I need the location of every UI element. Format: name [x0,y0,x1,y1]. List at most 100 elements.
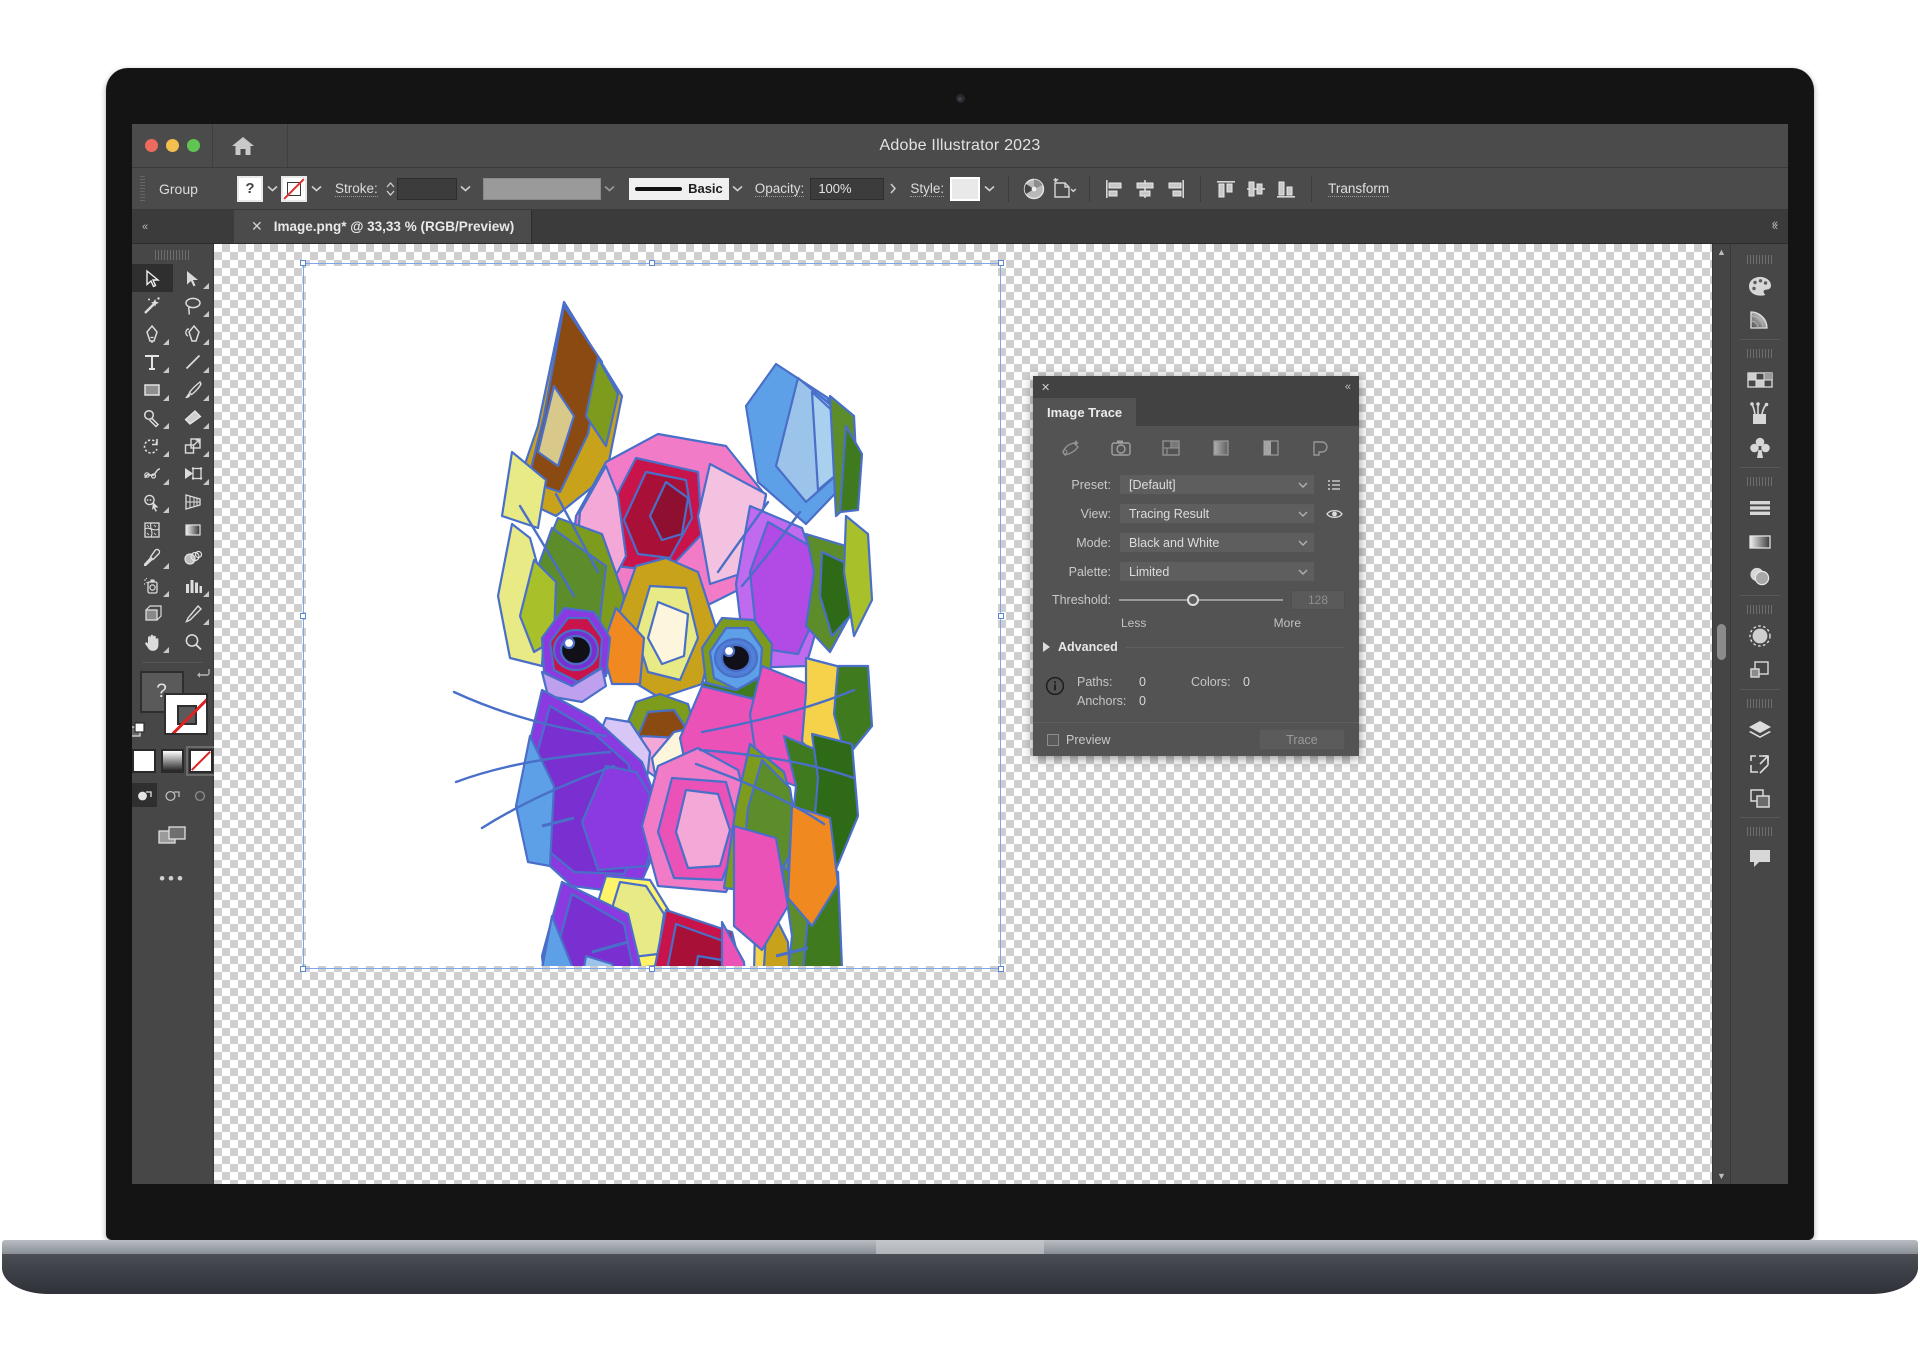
rectangle-tool[interactable] [132,376,173,404]
draw-normal-button[interactable] [132,783,157,807]
dock-grip-2[interactable] [1746,349,1773,358]
align-panel-icon[interactable] [1739,491,1781,525]
grayscale-icon[interactable] [1206,434,1236,462]
recolor-artwork-icon[interactable] [1019,175,1049,203]
swatches-icon[interactable] [1739,363,1781,397]
control-bar-grip[interactable] [140,175,145,202]
graphic-style-swatch[interactable] [950,176,981,201]
lasso-tool[interactable] [173,292,214,320]
shaper-tool[interactable] [132,404,173,432]
stroke-profile-chevron-down-icon[interactable] [729,176,747,202]
color-palette-icon[interactable] [1739,269,1781,303]
align-bottom-icon[interactable] [1271,175,1301,203]
pen-tool[interactable] [132,320,173,348]
draw-behind-button[interactable] [160,783,185,807]
advanced-disclosure[interactable]: Advanced [1033,632,1359,662]
dock-grip-3[interactable] [1746,477,1773,486]
artboard-tool[interactable] [132,600,173,628]
auto-color-icon[interactable] [1056,434,1086,462]
scale-tool[interactable] [173,432,214,460]
opacity-field[interactable]: 100% [810,177,885,200]
dock-grip-5[interactable] [1746,699,1773,708]
mode-select[interactable]: Black and White [1119,532,1315,553]
close-tab-icon[interactable]: ✕ [251,218,263,235]
stroke-chevron-down-icon[interactable] [307,176,325,202]
stroke-color-swatch[interactable] [163,693,208,735]
graphic-styles-icon[interactable] [1739,653,1781,687]
artboards-panel-icon[interactable] [1739,747,1781,781]
view-select[interactable]: Tracing Result [1119,503,1315,524]
change-screen-mode-button[interactable] [132,823,213,849]
blend-tool[interactable] [173,544,214,572]
traffic-lights[interactable] [132,139,200,152]
align-right-icon[interactable] [1160,175,1190,203]
gradient-panel-icon[interactable] [1739,525,1781,559]
document-tab[interactable]: ✕ Image.png* @ 33,33 % (RGB/Preview) [234,210,533,243]
appearance-icon[interactable] [1739,619,1781,653]
threshold-slider[interactable] [1119,593,1283,607]
transform-link[interactable]: Transform [1328,181,1390,197]
align-center-horizontal-icon[interactable] [1130,175,1160,203]
shape-builder-tool[interactable] [132,488,173,516]
palette-select[interactable]: Limited [1119,561,1315,582]
high-color-icon[interactable] [1106,434,1136,462]
stroke-weight-stepper[interactable] [385,177,397,201]
fill-chevron-down-icon[interactable] [263,176,281,202]
type-tool[interactable] [132,348,173,376]
column-graph-tool[interactable] [173,572,214,600]
asset-export-icon[interactable] [1739,781,1781,815]
none-mode-button[interactable] [186,746,216,776]
scroll-down-icon[interactable]: ▼ [1713,1168,1730,1184]
swap-fill-stroke-icon[interactable] [196,665,212,681]
eyedropper-tool[interactable] [132,544,173,572]
eye-icon[interactable] [1323,508,1345,520]
perspective-grid-tool[interactable] [173,488,214,516]
color-swatch-mode-button[interactable] [132,749,156,773]
align-center-vertical-icon[interactable] [1241,175,1271,203]
line-segment-tool[interactable] [173,348,214,376]
brushes-icon[interactable] [1739,397,1781,431]
preview-checkbox[interactable]: Preview [1047,733,1110,747]
tools-panel-grip[interactable] [154,250,191,260]
low-color-icon[interactable] [1156,434,1186,462]
threshold-value-field[interactable]: 128 [1291,590,1345,610]
more-tools-button[interactable]: ••• [132,869,213,889]
width-tool[interactable] [132,460,173,488]
align-top-icon[interactable] [1211,175,1241,203]
align-left-icon[interactable] [1100,175,1130,203]
mesh-tool[interactable] [132,516,173,544]
symbol-sprayer-tool[interactable] [132,572,173,600]
hand-tool[interactable] [132,628,173,656]
canvas-scroll-surface[interactable]: ✕ « Image Trace Preset: [Default] View: … [214,244,1712,1184]
document-setup-icon[interactable] [1049,175,1079,203]
zoom-window-button[interactable] [187,139,200,152]
rotate-tool[interactable] [132,432,173,460]
threshold-slider-knob[interactable] [1186,594,1199,606]
minimize-window-button[interactable] [166,139,179,152]
comments-icon[interactable] [1739,841,1781,875]
close-panel-icon[interactable]: ✕ [1041,381,1050,394]
dock-grip-6[interactable] [1746,827,1773,836]
black-white-icon[interactable] [1256,434,1286,462]
preset-select[interactable]: [Default] [1119,474,1315,495]
stroke-weight-chevron-down-icon[interactable] [457,176,475,202]
draw-inside-button[interactable] [188,783,213,807]
color-guide-icon[interactable] [1739,303,1781,337]
tab-image-trace[interactable]: Image Trace [1033,398,1137,426]
dock-grip-1[interactable] [1746,255,1773,264]
free-transform-tool[interactable] [173,460,214,488]
opacity-expand-icon[interactable] [884,176,902,202]
tabbar-collapse-left-icon[interactable]: « [142,210,148,243]
variable-width-profile-field[interactable] [482,177,601,200]
transparency-icon[interactable] [1739,559,1781,593]
gradient-mode-button[interactable] [160,749,185,773]
zoom-tool[interactable] [173,628,214,656]
direct-selection-tool[interactable] [173,264,214,292]
scroll-up-icon[interactable]: ▲ [1713,244,1730,260]
vertical-scrollbar[interactable]: ▲ ▼ [1712,244,1730,1184]
variable-width-chevron-down-icon[interactable] [601,176,619,202]
artboard[interactable] [306,266,998,966]
slice-tool[interactable] [173,600,214,628]
collapse-panel-icon[interactable]: « [1345,381,1351,393]
default-fill-stroke-icon[interactable] [132,721,148,739]
